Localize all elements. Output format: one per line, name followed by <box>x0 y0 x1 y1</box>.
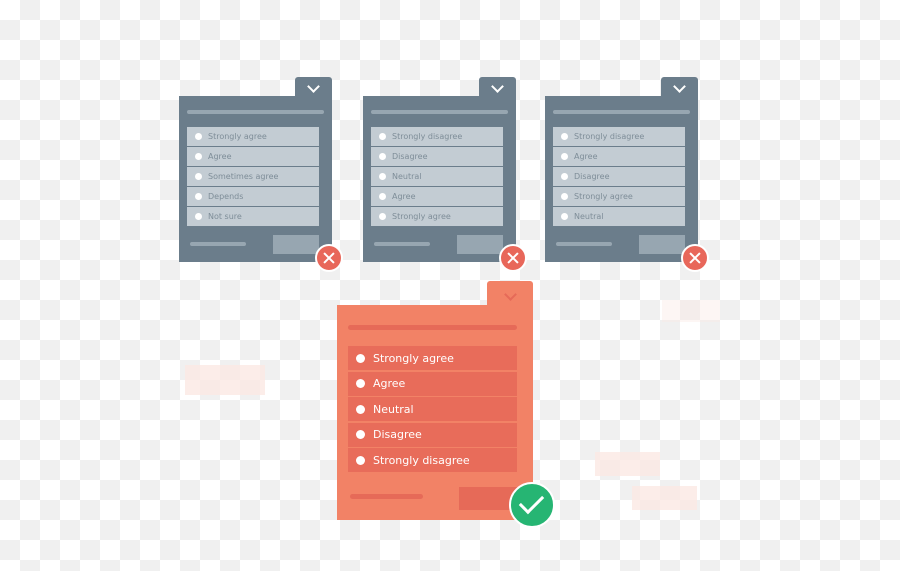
radio-icon <box>561 153 568 160</box>
submit-button[interactable] <box>273 235 319 254</box>
radio-icon <box>379 133 386 140</box>
option-label: Depends <box>208 192 244 201</box>
radio-icon <box>195 213 202 220</box>
option-row[interactable]: Strongly disagree <box>348 448 517 473</box>
radio-icon <box>379 193 386 200</box>
option-row[interactable]: Sometimes agree <box>187 167 319 186</box>
close-icon <box>499 244 527 272</box>
option-label: Agree <box>208 152 232 161</box>
radio-icon <box>195 193 202 200</box>
close-icon <box>315 244 343 272</box>
radio-icon <box>561 133 568 140</box>
close-icon <box>681 244 709 272</box>
option-row[interactable]: Strongly disagree <box>371 127 503 146</box>
option-label: Neutral <box>574 212 604 221</box>
radio-icon <box>561 213 568 220</box>
footer-placeholder <box>190 242 246 246</box>
option-row[interactable]: Agree <box>187 147 319 166</box>
option-label: Not sure <box>208 212 242 221</box>
footer-placeholder <box>556 242 612 246</box>
option-label: Agree <box>373 377 406 391</box>
option-label: Agree <box>392 192 416 201</box>
option-row[interactable]: Disagree <box>371 147 503 166</box>
radio-icon <box>379 173 386 180</box>
question-placeholder <box>187 110 324 114</box>
option-label: Strongly agree <box>392 212 451 221</box>
option-row[interactable]: Neutral <box>348 397 517 422</box>
option-label: Strongly disagree <box>574 132 645 141</box>
option-row[interactable]: Neutral <box>371 167 503 186</box>
radio-icon <box>195 173 202 180</box>
option-label: Strongly agree <box>373 351 454 365</box>
question-placeholder <box>371 110 508 114</box>
option-row[interactable]: Neutral <box>553 207 685 226</box>
decor-block <box>185 365 265 395</box>
option-label: Strongly agree <box>574 192 633 201</box>
option-row[interactable]: Disagree <box>553 167 685 186</box>
option-row[interactable]: Strongly agree <box>348 346 517 370</box>
option-row[interactable]: Agree <box>371 187 503 206</box>
decor-block <box>632 486 697 510</box>
radio-icon <box>561 193 568 200</box>
radio-icon <box>356 379 365 389</box>
option-label: Disagree <box>373 428 422 442</box>
option-row[interactable]: Strongly disagree <box>553 127 685 146</box>
option-row[interactable]: Agree <box>348 371 517 396</box>
option-label: Agree <box>574 152 598 161</box>
option-row[interactable]: Strongly agree <box>187 127 319 146</box>
radio-icon <box>379 153 386 160</box>
option-label: Disagree <box>574 172 610 181</box>
option-label: Sometimes agree <box>208 172 279 181</box>
radio-icon <box>356 353 365 363</box>
submit-button[interactable] <box>639 235 685 254</box>
radio-icon <box>356 430 365 440</box>
option-label: Strongly agree <box>208 132 267 141</box>
question-placeholder <box>553 110 690 114</box>
radio-icon <box>195 133 202 140</box>
option-label: Strongly disagree <box>373 453 470 467</box>
radio-icon <box>356 404 365 414</box>
option-label: Neutral <box>373 402 414 416</box>
option-row[interactable]: Strongly agree <box>371 207 503 226</box>
footer-placeholder <box>374 242 430 246</box>
option-label: Disagree <box>392 152 428 161</box>
option-label: Strongly disagree <box>392 132 463 141</box>
decor-block <box>662 300 720 322</box>
option-row[interactable]: Strongly agree <box>553 187 685 206</box>
option-row[interactable]: Depends <box>187 187 319 206</box>
option-row[interactable]: Agree <box>553 147 685 166</box>
radio-icon <box>195 153 202 160</box>
footer-placeholder <box>350 494 423 499</box>
option-row[interactable]: Not sure <box>187 207 319 226</box>
question-placeholder <box>348 325 517 330</box>
checkmark-icon <box>509 482 555 528</box>
radio-icon <box>379 213 386 220</box>
radio-icon <box>561 173 568 180</box>
decor-block <box>595 452 660 476</box>
option-row[interactable]: Disagree <box>348 422 517 447</box>
radio-icon <box>356 455 365 465</box>
option-label: Neutral <box>392 172 422 181</box>
submit-button[interactable] <box>457 235 503 254</box>
